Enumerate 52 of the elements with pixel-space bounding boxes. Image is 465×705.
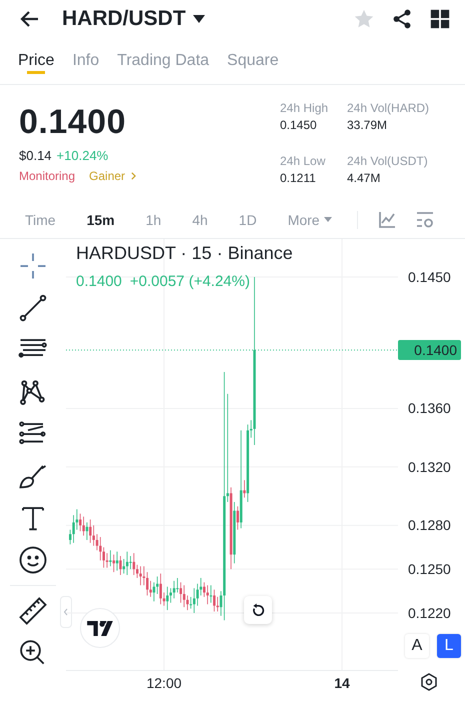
fiat-price: $0.14	[19, 148, 52, 163]
tab[interactable]: Price	[18, 52, 54, 74]
stat-value: 4.47M	[347, 171, 382, 185]
tab[interactable]: Info	[72, 52, 100, 74]
grid-icon[interactable]	[429, 8, 451, 30]
pair-title[interactable]: HARD/USDT	[62, 7, 186, 31]
logo-icon	[87, 620, 113, 636]
reset-button[interactable]	[244, 596, 272, 624]
price-change: +10.24%	[56, 148, 108, 163]
price-tick: 0.1450	[408, 269, 451, 285]
interval-tab[interactable]: 1D	[238, 212, 257, 228]
tab[interactable]: Square	[227, 52, 279, 74]
interval-tab[interactable]: 4h	[192, 212, 208, 228]
stat-label: 24h Vol(USDT)	[347, 154, 429, 168]
scale-button[interactable]: A	[405, 634, 429, 658]
current-price-label: 0.1400	[398, 340, 461, 360]
scale-button[interactable]: L	[437, 634, 461, 658]
interval-tab[interactable]: 15m	[86, 212, 115, 228]
star-icon[interactable]	[353, 8, 375, 30]
reset-icon[interactable]	[250, 602, 266, 618]
price-tick: 0.1280	[408, 517, 451, 534]
indicator-chart-icon[interactable]	[378, 210, 396, 228]
stat-value: 0.1450	[280, 118, 318, 132]
ruler-icon[interactable]	[18, 596, 48, 626]
time-label: 14	[334, 675, 350, 692]
interval-tab[interactable]: Time	[25, 212, 56, 228]
smiley-icon[interactable]	[18, 545, 48, 575]
stat-value: 33.79M	[347, 118, 388, 132]
crosshair-icon[interactable]	[18, 251, 48, 281]
stat-value: 0.1211	[280, 171, 317, 185]
last-price: 0.1400	[19, 103, 127, 142]
price-tick: 0.1220	[408, 605, 451, 621]
tag-label[interactable]: Gainer	[89, 169, 126, 183]
chart-settings-icon[interactable]	[416, 210, 434, 228]
settings-icon[interactable]	[420, 673, 438, 691]
interval-tab[interactable]: More	[288, 212, 332, 228]
tab[interactable]: Trading Data	[117, 52, 210, 74]
legend-price: 0.1400	[76, 273, 122, 290]
stat-label: 24h High	[280, 101, 330, 115]
legend-change: +0.0057 (+4.24%)	[130, 273, 250, 290]
dropdown-caret-icon[interactable]	[192, 15, 205, 23]
share-icon[interactable]	[391, 8, 413, 30]
time-label: 12:00	[146, 675, 182, 692]
stat-label: 24h Vol(HARD)	[347, 101, 430, 115]
trend-line-icon[interactable]	[18, 293, 48, 323]
chart-title: HARDUSDT · 15 · Binance	[76, 243, 293, 264]
price-tick: 0.1320	[408, 458, 451, 475]
stat-label: 24h Low	[280, 154, 326, 168]
price-tick: 0.1250	[408, 561, 451, 578]
interval-tab[interactable]: 1h	[146, 212, 162, 228]
tag-label: Monitoring	[19, 169, 76, 183]
price-tick: 0.1360	[408, 400, 451, 416]
